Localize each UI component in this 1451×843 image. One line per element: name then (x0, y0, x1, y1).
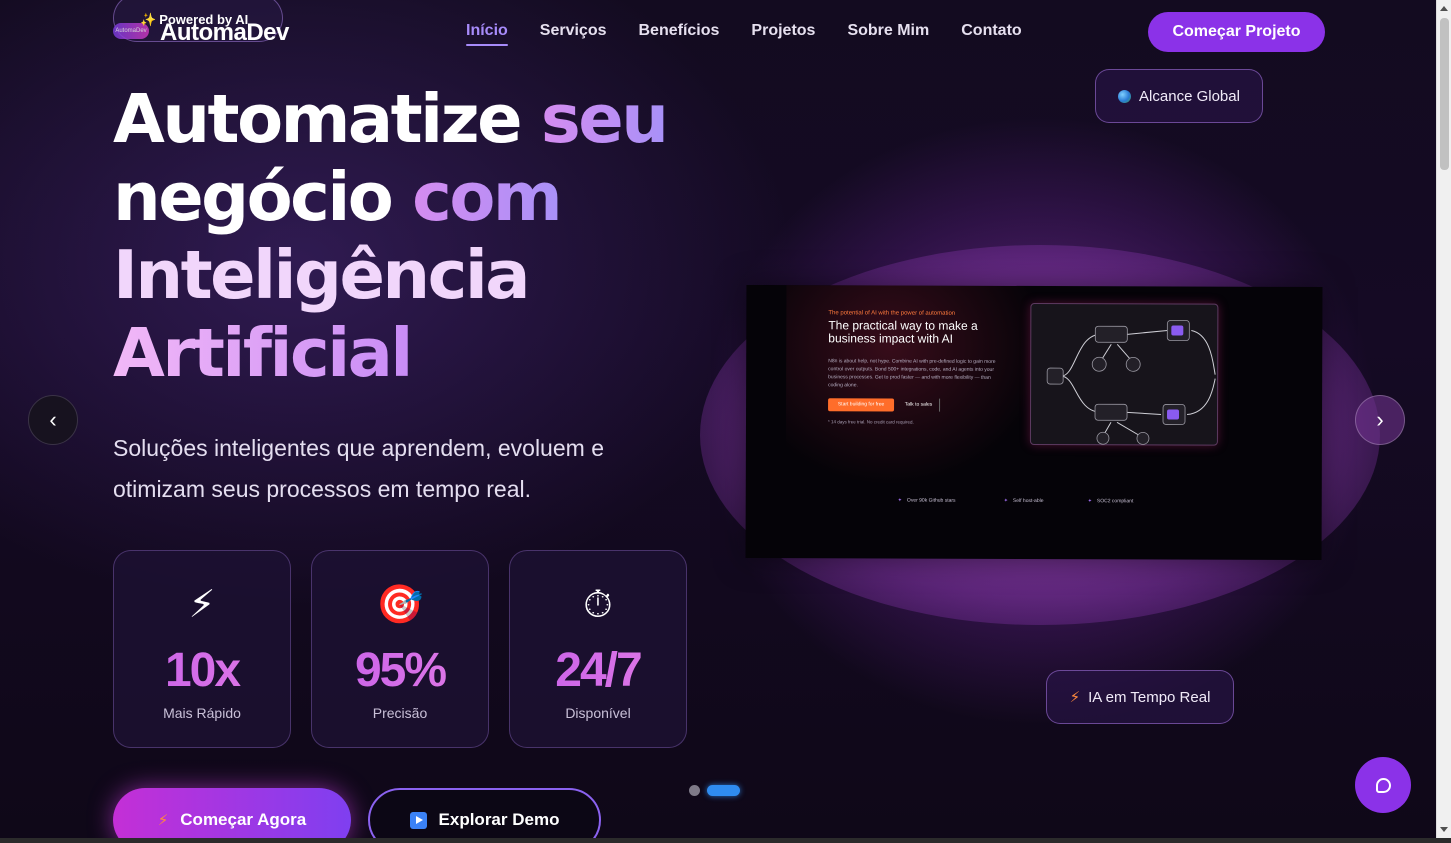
stat-label: Mais Rápido (163, 705, 241, 721)
scroll-up-icon[interactable] (1440, 6, 1448, 11)
stat-value: 95% (312, 643, 488, 698)
main-nav: Início Serviços Benefícios Projetos Sobr… (466, 22, 1022, 46)
brand-name[interactable]: AutomaDev (160, 19, 289, 47)
chat-button[interactable] (1355, 757, 1411, 813)
sparkle-icon: ✦ (1087, 498, 1092, 505)
carousel-dot-active[interactable] (707, 785, 740, 796)
page: AutomaDev ✨ Powered by AI AutomaDev Iníci… (0, 0, 1436, 838)
stopwatch-icon: ⏱ (583, 584, 613, 626)
hero-title-word: Automatize (113, 80, 523, 158)
scrollbar-thumb[interactable] (1440, 18, 1449, 170)
global-reach-chip: Alcance Global (1095, 69, 1263, 123)
scroll-down-icon[interactable] (1440, 827, 1448, 832)
mock-feature-label: Over 90k Github stars (906, 497, 956, 504)
lightning-icon: ⚡ (1069, 689, 1081, 706)
chevron-right-icon: › (1376, 407, 1384, 432)
explore-demo-label: Explorar Demo (438, 810, 560, 829)
stat-label: Disponível (565, 705, 631, 721)
mock-secondary-button: Talk to sales (898, 398, 941, 412)
mock-feature: ✦ Self host-able (1004, 498, 1044, 504)
target-icon: 🎯 (376, 584, 424, 626)
nav-item-projetos[interactable]: Projetos (751, 22, 815, 44)
chat-bubble-icon (1375, 777, 1391, 793)
sparkle-icon: ✦ (1003, 497, 1008, 504)
nav-item-contato[interactable]: Contato (961, 22, 1021, 44)
workflow-graph (1046, 320, 1216, 445)
mock-body: N8n is about help, not hype. Combine AI … (828, 358, 996, 389)
hero-subtitle: Soluções inteligentes que aprendem, evol… (113, 435, 604, 502)
sparkle-icon: ✦ (897, 497, 902, 504)
play-icon (409, 811, 427, 829)
mock-feature-label: Self host-able (1012, 497, 1044, 505)
nav-item-servicos[interactable]: Serviços (540, 22, 607, 44)
hero-title-word: negócio (113, 158, 394, 236)
start-now-button[interactable]: ⚡ Começar Agora (113, 788, 351, 838)
explore-demo-button[interactable]: Explorar Demo (368, 788, 601, 838)
stat-value: 24/7 (510, 643, 686, 698)
start-project-button[interactable]: Começar Projeto (1148, 12, 1325, 52)
globe-icon (1118, 89, 1132, 103)
hero-title-word: seu (540, 80, 669, 158)
stat-card-precision: 🎯 95% Precisão (311, 550, 489, 748)
hero-title-word: Artificial (113, 314, 413, 392)
hero-title: Automatize seu negócio com Inteligência … (113, 80, 753, 392)
stat-value: 10x (114, 643, 290, 698)
global-reach-label: Alcance Global (1139, 87, 1240, 105)
carousel-next-button[interactable]: › (1355, 395, 1405, 445)
window-bottom-bar (0, 838, 1451, 843)
vertical-scrollbar[interactable] (1436, 0, 1451, 838)
mock-title: The practical way to make a business imp… (828, 318, 978, 346)
product-screenshot: The potential of AI with the power of au… (745, 284, 1323, 561)
carousel-dot[interactable] (689, 785, 700, 796)
hero-title-word: Inteligência (113, 236, 531, 314)
mock-primary-button: Start building for free (828, 398, 895, 412)
realtime-ai-label: IA em Tempo Real (1088, 688, 1211, 706)
carousel-prev-button[interactable]: ‹ (28, 395, 78, 445)
realtime-ai-chip: ⚡ IA em Tempo Real (1046, 670, 1234, 724)
start-now-label: Começar Agora (180, 810, 307, 829)
stat-card-speed: ⚡ 10x Mais Rápido (113, 550, 291, 748)
mock-feature-label: SOC2 compliant (1096, 498, 1134, 505)
mock-kicker: The potential of AI with the power of au… (828, 310, 956, 317)
chevron-left-icon: ‹ (49, 407, 57, 432)
lightning-icon: ⚡ (188, 584, 216, 626)
lightning-icon: ⚡ (157, 812, 169, 829)
nav-item-sobre-mim[interactable]: Sobre Mim (847, 22, 929, 44)
nav-item-beneficios[interactable]: Benefícios (639, 22, 720, 44)
workflow-diagram (1029, 302, 1219, 446)
hero-title-word: com (412, 158, 563, 236)
stat-label: Precisão (372, 705, 428, 721)
sparkles-icon: ✨ (140, 12, 157, 27)
carousel-dots (689, 785, 740, 796)
mock-feature: ✦ SOC2 compliant (1088, 498, 1134, 504)
mock-note: * 14 days free trial. No credit card req… (827, 419, 914, 425)
nav-item-inicio[interactable]: Início (466, 22, 508, 46)
mock-feature: ✦ Over 90k Github stars (898, 498, 956, 504)
stat-card-availability: ⏱ 24/7 Disponível (509, 550, 687, 748)
